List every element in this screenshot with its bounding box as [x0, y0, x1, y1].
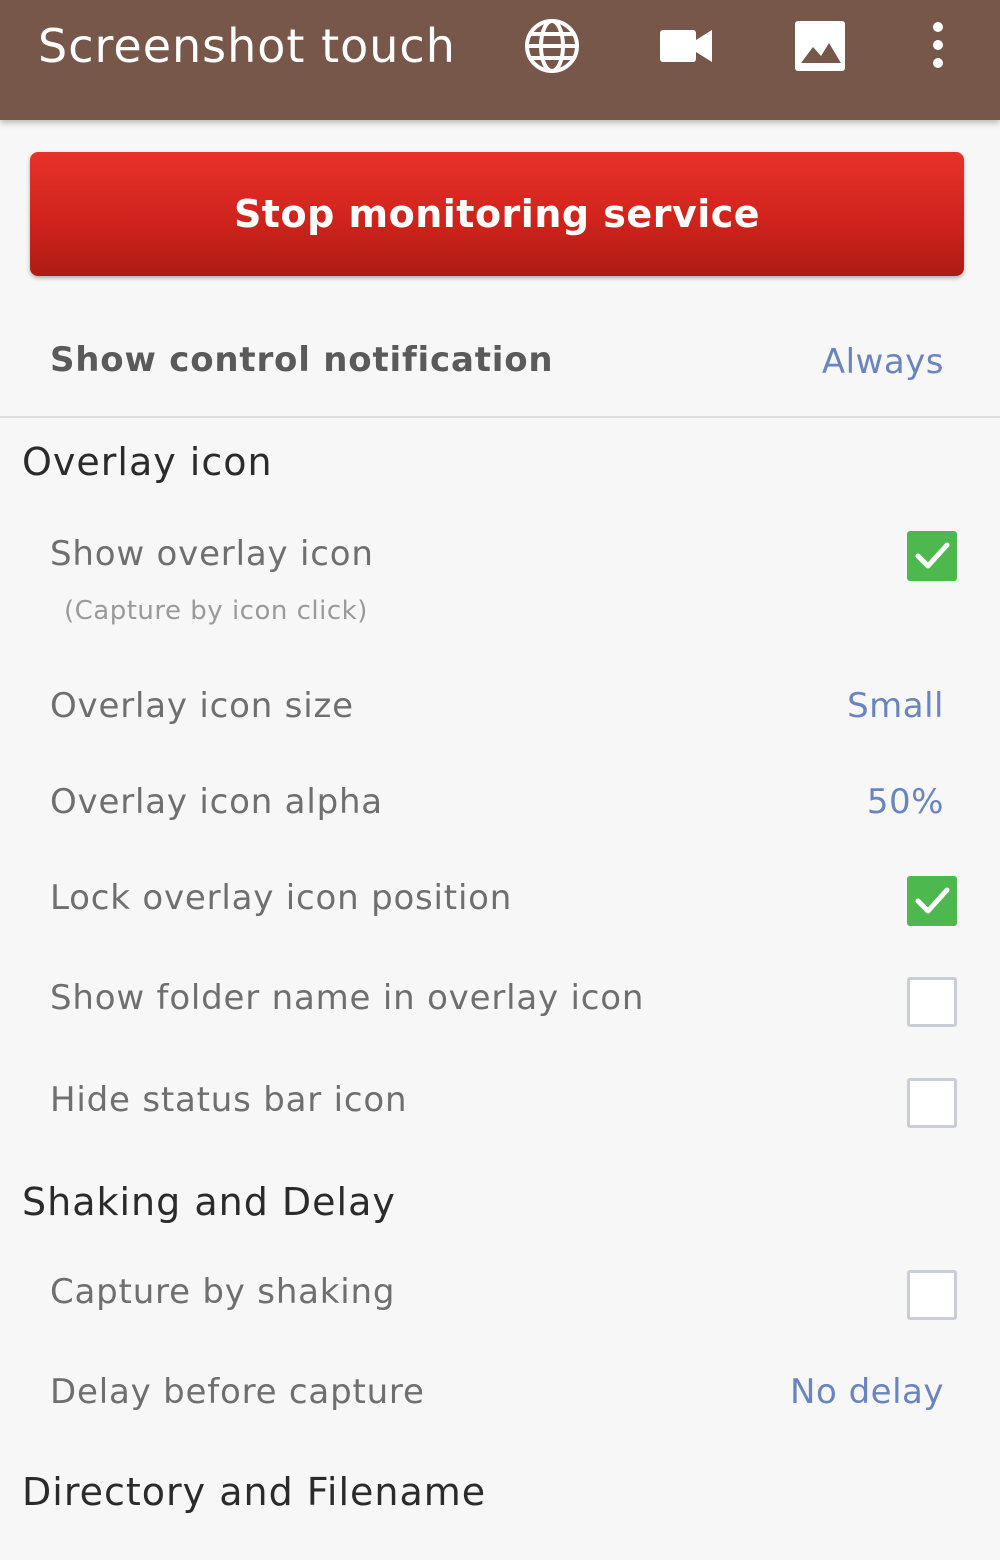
hide-status-bar-icon-label: Hide status bar icon [50, 1080, 408, 1120]
control-notification-label: Show control notification [50, 340, 554, 380]
overlay-icon-size-row[interactable]: Overlay icon size Small [0, 670, 1000, 750]
overlay-icon-size-value: Small [847, 686, 944, 726]
delay-before-capture-row[interactable]: Delay before capture No delay [0, 1356, 1000, 1436]
capture-by-shaking-label: Capture by shaking [50, 1272, 396, 1312]
show-overlay-icon-row[interactable]: Show overlay icon (Capture by icon click… [0, 520, 1000, 650]
overlay-icon-size-label: Overlay icon size [50, 686, 354, 726]
control-notification-row[interactable]: Show control notification Always [0, 320, 1000, 410]
lock-overlay-icon-position-checkbox[interactable] [907, 876, 957, 926]
delay-before-capture-label: Delay before capture [50, 1372, 425, 1412]
hide-status-bar-icon-checkbox[interactable] [907, 1078, 957, 1128]
show-folder-name-label: Show folder name in overlay icon [50, 978, 645, 1018]
overlay-icon-alpha-value: 50% [866, 782, 944, 822]
app-title: Screenshot touch [38, 19, 456, 73]
delay-before-capture-value: No delay [790, 1372, 944, 1412]
hide-status-bar-icon-row[interactable]: Hide status bar icon [0, 1064, 1000, 1144]
control-notification-value: Always [821, 342, 944, 382]
section-header-directory-filename: Directory and Filename [22, 1470, 487, 1514]
lock-overlay-icon-position-label: Lock overlay icon position [50, 878, 513, 918]
lock-overlay-icon-position-row[interactable]: Lock overlay icon position [0, 862, 1000, 942]
video-camera-icon[interactable] [656, 16, 716, 76]
show-overlay-icon-checkbox[interactable] [907, 531, 957, 581]
section-header-shaking-delay: Shaking and Delay [22, 1180, 396, 1224]
show-folder-name-row[interactable]: Show folder name in overlay icon [0, 962, 1000, 1042]
show-folder-name-checkbox[interactable] [907, 977, 957, 1027]
show-overlay-icon-sublabel: (Capture by icon click) [64, 596, 368, 626]
capture-by-shaking-row[interactable]: Capture by shaking [0, 1256, 1000, 1336]
globe-icon[interactable] [522, 16, 582, 76]
stop-monitoring-button[interactable]: Stop monitoring service [30, 152, 964, 276]
app-bar: Screenshot touch [0, 0, 1000, 120]
show-overlay-icon-label: Show overlay icon [50, 534, 374, 574]
divider [0, 416, 1000, 418]
more-vert-icon[interactable] [908, 16, 968, 76]
overlay-icon-alpha-label: Overlay icon alpha [50, 782, 383, 822]
stop-monitoring-button-container: Stop monitoring service [30, 152, 964, 276]
overlay-icon-alpha-row[interactable]: Overlay icon alpha 50% [0, 766, 1000, 846]
image-icon[interactable] [790, 16, 850, 76]
capture-by-shaking-checkbox[interactable] [907, 1270, 957, 1320]
section-header-overlay-icon: Overlay icon [22, 440, 273, 484]
